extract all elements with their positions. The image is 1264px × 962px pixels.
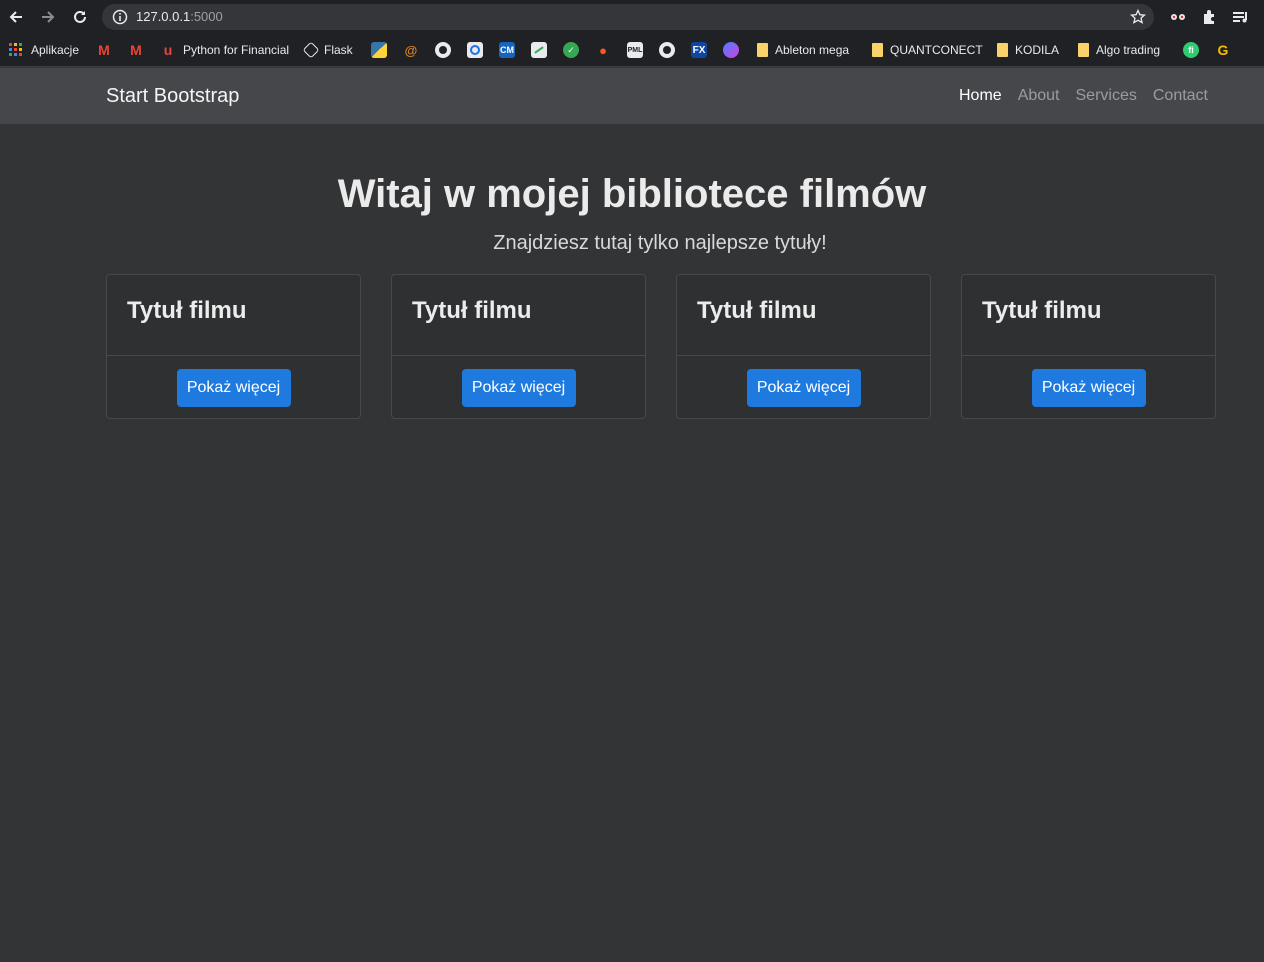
fx-icon: FX [691, 42, 707, 58]
card-title: Tytuł filmu [697, 297, 817, 324]
folder-icon [1078, 43, 1089, 57]
bookmark-ableton[interactable]: Ableton mega [757, 41, 849, 59]
fi-icon: fi [1183, 42, 1199, 58]
card-footer: Pokaż więcej [677, 356, 930, 419]
nav-link-home[interactable]: Home [959, 87, 1002, 105]
navbar-brand[interactable]: Start Bootstrap [106, 85, 239, 108]
bookmark-fi[interactable]: fi [1183, 41, 1199, 59]
card-header: Tytuł filmu [677, 275, 930, 356]
headphones-icon [659, 42, 675, 58]
card-header: Tytuł filmu [392, 275, 645, 356]
flask-icon [302, 41, 320, 59]
cm-icon: CM [499, 42, 515, 58]
show-more-button[interactable]: Pokaż więcej [176, 368, 291, 407]
bookmark-github[interactable] [435, 41, 451, 59]
swirl-icon: @ [404, 42, 418, 58]
pml-icon: PML [627, 42, 643, 58]
chart-icon [531, 42, 547, 58]
github-icon [435, 42, 451, 58]
show-more-button[interactable]: Pokaż więcej [461, 368, 576, 407]
browser-toolbar: 127.0.0.1:5000 [0, 0, 1264, 34]
gmail-icon: M [98, 42, 110, 58]
card-header: Tytuł filmu [962, 275, 1215, 356]
bookmark-grammarly[interactable]: G [1215, 41, 1231, 59]
check-circle-icon: ✓ [563, 42, 579, 58]
nav-link-services[interactable]: Services [1076, 87, 1137, 105]
card-footer: Pokaż więcej [392, 356, 645, 419]
nav-links: Home About Services Contact [959, 87, 1208, 105]
messenger-icon [723, 42, 739, 58]
bookmark-kodila[interactable]: KODILA [997, 41, 1059, 59]
reload-icon[interactable] [69, 6, 91, 28]
card-header: Tytuł filmu [107, 275, 360, 356]
extensions-puzzle-icon[interactable] [1200, 7, 1220, 27]
back-arrow-icon[interactable] [5, 6, 27, 28]
bookmark-star-icon[interactable] [1129, 8, 1147, 25]
card-title: Tytuł filmu [412, 297, 532, 324]
movie-card: Tytuł filmu Pokaż więcej [676, 274, 931, 419]
card-footer: Pokaż więcej [962, 356, 1215, 419]
bookmark-python[interactable] [371, 41, 387, 59]
udemy-icon: u [163, 42, 173, 58]
bookmark-python-financial[interactable]: u Python for Financial [160, 41, 289, 59]
folder-icon [872, 43, 883, 57]
movie-card: Tytuł filmu Pokaż więcej [961, 274, 1216, 419]
movie-card: Tytuł filmu Pokaż więcej [391, 274, 646, 419]
media-queue-icon[interactable] [1231, 7, 1251, 27]
page-subtitle: Znajdziesz tutaj tylko najlepsze tytuły! [493, 232, 827, 254]
page-title: Witaj w mojej bibliotece filmów [337, 172, 927, 216]
bookmark-blue-circle[interactable] [467, 41, 483, 59]
nav-link-about[interactable]: About [1018, 87, 1060, 105]
card-title: Tytuł filmu [127, 297, 247, 324]
gmail-icon: M [130, 42, 142, 58]
bookmark-gmail-1[interactable]: M [96, 41, 112, 59]
fire-icon: ● [599, 42, 607, 58]
forward-arrow-icon[interactable] [37, 6, 59, 28]
url-text: 127.0.0.1:5000 [136, 9, 223, 24]
bookmark-pml[interactable]: PML [627, 41, 643, 59]
bookmark-headphones[interactable] [659, 41, 675, 59]
folder-icon [997, 43, 1008, 57]
folder-icon [757, 43, 768, 57]
show-more-button[interactable]: Pokaż więcej [746, 368, 861, 407]
bookmarks-bar: Aplikacje M M u Python for Financial Fla… [0, 34, 1264, 67]
extension-glasses-icon[interactable] [1168, 7, 1188, 27]
bookmark-messenger[interactable] [723, 41, 739, 59]
bookmark-fire[interactable]: ● [595, 41, 611, 59]
bookmark-fx[interactable]: FX [691, 41, 707, 59]
python-icon [371, 42, 387, 58]
address-bar[interactable]: 127.0.0.1:5000 [102, 4, 1154, 30]
bookmark-swirl[interactable]: @ [403, 41, 419, 59]
bookmark-quantconnect[interactable]: QUANTCONECT [872, 41, 983, 59]
g-logo-icon: G [1217, 42, 1229, 58]
bookmark-apps[interactable]: Aplikacje [8, 41, 79, 59]
movie-card: Tytuł filmu Pokaż więcej [106, 274, 361, 419]
apps-grid-icon [8, 42, 24, 58]
site-navbar: Start Bootstrap Home About Services Cont… [0, 68, 1264, 124]
card-title: Tytuł filmu [982, 297, 1102, 324]
bookmark-chart[interactable] [531, 41, 547, 59]
circle-logo-icon [467, 42, 483, 58]
bookmark-flask[interactable]: Flask [302, 41, 353, 59]
info-icon[interactable] [112, 9, 128, 25]
show-more-button[interactable]: Pokaż więcej [1031, 368, 1146, 407]
bookmark-green[interactable]: ✓ [563, 41, 579, 59]
nav-link-contact[interactable]: Contact [1153, 87, 1208, 105]
bookmark-gmail-2[interactable]: M [128, 41, 144, 59]
card-footer: Pokaż więcej [107, 356, 360, 419]
bookmark-algo-trading[interactable]: Algo trading [1078, 41, 1160, 59]
bookmark-cm[interactable]: CM [499, 41, 515, 59]
